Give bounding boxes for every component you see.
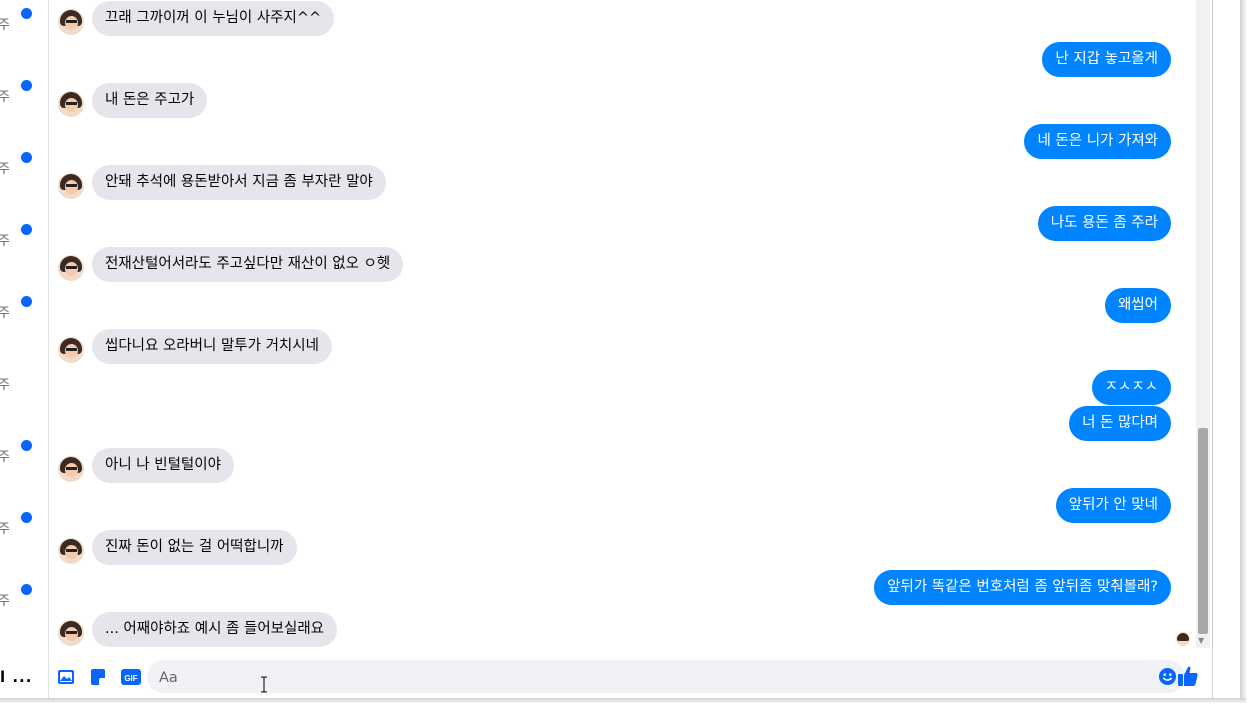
emoji-icon[interactable] [1158, 667, 1177, 686]
gif-icon[interactable]: GIF [121, 668, 141, 686]
gif-label: GIF [124, 674, 137, 683]
message-bubble: 앞뒤가 안 맞네 [1055, 488, 1171, 523]
conversation-item[interactable]: 주 [0, 224, 48, 254]
incoming-message[interactable]: 내 돈은 주고가 [92, 83, 208, 118]
unread-dot [21, 296, 32, 307]
conversation-snippet: 주 [0, 86, 10, 105]
read-receipt-avatar [1176, 632, 1190, 646]
conversation-snippet: 주 [0, 518, 10, 537]
contact-avatar[interactable] [58, 456, 84, 482]
message-bubble: 너 돈 많다며 [1069, 406, 1171, 441]
scrollbar-thumb[interactable] [1198, 428, 1208, 634]
conversation-item[interactable]: 주 [0, 8, 48, 38]
message-bubble: 안돼 추석에 용돈받아서 지금 좀 부자란 말야 [92, 165, 386, 200]
message-bubble: 내 돈은 주고가 [92, 83, 208, 118]
conversation-item[interactable]: 주 [0, 368, 48, 398]
message-bubble: 네 돈은 니가 가져와 [1024, 124, 1171, 159]
contact-avatar[interactable] [58, 91, 84, 117]
outgoing-message[interactable]: ㅈㅅㅈㅅ [1091, 370, 1171, 405]
outgoing-message[interactable]: 왜씹어 [1104, 288, 1171, 323]
message-bubble: 난 지갑 놓고올게 [1042, 42, 1171, 77]
message-thread[interactable]: 끄래 그까이꺼 이 누님이 사주지^^ 난 지갑 놓고올게 내 돈은 주고가 네… [49, 0, 1195, 655]
incoming-message[interactable]: 안돼 추석에 용돈받아서 지금 좀 부자란 말야 [92, 165, 386, 200]
conversation-snippet: 주 [0, 590, 10, 609]
message-bubble: 전재산털어서라도 주고싶다만 재산이 없오 ㅇ헷 [92, 247, 404, 282]
incoming-message[interactable]: ... 어째야하죠 예시 좀 들어보실래요 [92, 612, 338, 647]
conversation-snippet: 주 [0, 14, 10, 33]
contact-avatar[interactable] [58, 9, 84, 35]
incoming-message[interactable]: 전재산털어서라도 주고싶다만 재산이 없오 ㅇ헷 [92, 247, 404, 282]
sticker-icon[interactable] [89, 668, 107, 686]
conversation-item[interactable]: 주 [0, 584, 48, 614]
conversation-snippet: 주 [0, 230, 10, 249]
photo-icon[interactable] [57, 668, 75, 686]
message-input-wrapper [147, 660, 1185, 695]
thread-scrollbar[interactable]: ▼ [1196, 0, 1210, 648]
incoming-message[interactable]: 진짜 돈이 없는 걸 어떡합니까 [92, 530, 297, 565]
contact-avatar[interactable] [58, 173, 84, 199]
message-composer: GIF [49, 655, 1209, 698]
message-bubble: 아니 나 빈털털이야 [92, 448, 234, 483]
unread-dot [21, 80, 32, 91]
scroll-down-arrow-icon[interactable]: ▼ [1198, 636, 1204, 645]
message-bubble: ... 어째야하죠 예시 좀 들어보실래요 [92, 612, 338, 647]
conversation-item[interactable]: 주 [0, 440, 48, 470]
window-shadow [1240, 0, 1246, 700]
unread-dot [21, 8, 32, 19]
unread-dot [21, 224, 32, 235]
message-bubble: 나도 용돈 좀 주라 [1037, 206, 1171, 241]
conversation-snippet: 주 [0, 446, 10, 465]
conversation-snippet: 주 [0, 302, 10, 321]
conversation-snippet: 주 [0, 158, 10, 177]
conversation-item[interactable]: 주 [0, 152, 48, 182]
unread-dot [21, 584, 32, 595]
outgoing-message[interactable]: 너 돈 많다며 [1069, 406, 1171, 441]
incoming-message[interactable]: 끄래 그까이꺼 이 누님이 사주지^^ [92, 1, 335, 36]
conversation-list: 주 주 주 주 주 주 주 주 주 l ... [0, 0, 49, 698]
message-bubble: 왜씹어 [1104, 288, 1171, 323]
contact-avatar[interactable] [58, 337, 84, 363]
incoming-message[interactable]: 아니 나 빈털털이야 [92, 448, 234, 483]
window-edge [1212, 0, 1213, 698]
message-bubble: 진짜 돈이 없는 걸 어떡합니까 [92, 530, 297, 565]
window-shadow [0, 698, 1246, 703]
contact-avatar[interactable] [58, 620, 84, 646]
conversation-snippet: 주 [0, 374, 10, 393]
text-cursor-icon [261, 676, 267, 693]
unread-dot [21, 512, 32, 523]
thumbs-up-icon[interactable] [1177, 665, 1199, 687]
message-bubble: 씹다니요 오라버니 말투가 거치시네 [92, 329, 332, 364]
message-bubble: 앞뒤가 똑같은 번호처럼 좀 앞뒤좀 맞춰볼래? [874, 570, 1171, 605]
conversation-item[interactable]: 주 [0, 296, 48, 326]
outgoing-message[interactable]: 앞뒤가 안 맞네 [1055, 488, 1171, 523]
unread-dot [21, 152, 32, 163]
contact-avatar[interactable] [58, 538, 84, 564]
sidebar-bottom-text: l ... [0, 668, 33, 686]
conversation-item[interactable]: 주 [0, 80, 48, 110]
message-bubble: 끄래 그까이꺼 이 누님이 사주지^^ [92, 1, 335, 36]
outgoing-message[interactable]: 네 돈은 니가 가져와 [1024, 124, 1171, 159]
conversation-item[interactable]: 주 [0, 512, 48, 542]
incoming-message[interactable]: 씹다니요 오라버니 말투가 거치시네 [92, 329, 332, 364]
outgoing-message[interactable]: 난 지갑 놓고올게 [1042, 42, 1171, 77]
outgoing-message[interactable]: 나도 용돈 좀 주라 [1037, 206, 1171, 241]
message-bubble: ㅈㅅㅈㅅ [1091, 370, 1171, 405]
contact-avatar[interactable] [58, 255, 84, 281]
message-input[interactable] [157, 660, 1121, 695]
unread-dot [21, 440, 32, 451]
outgoing-message[interactable]: 앞뒤가 똑같은 번호처럼 좀 앞뒤좀 맞춰볼래? [874, 570, 1171, 605]
